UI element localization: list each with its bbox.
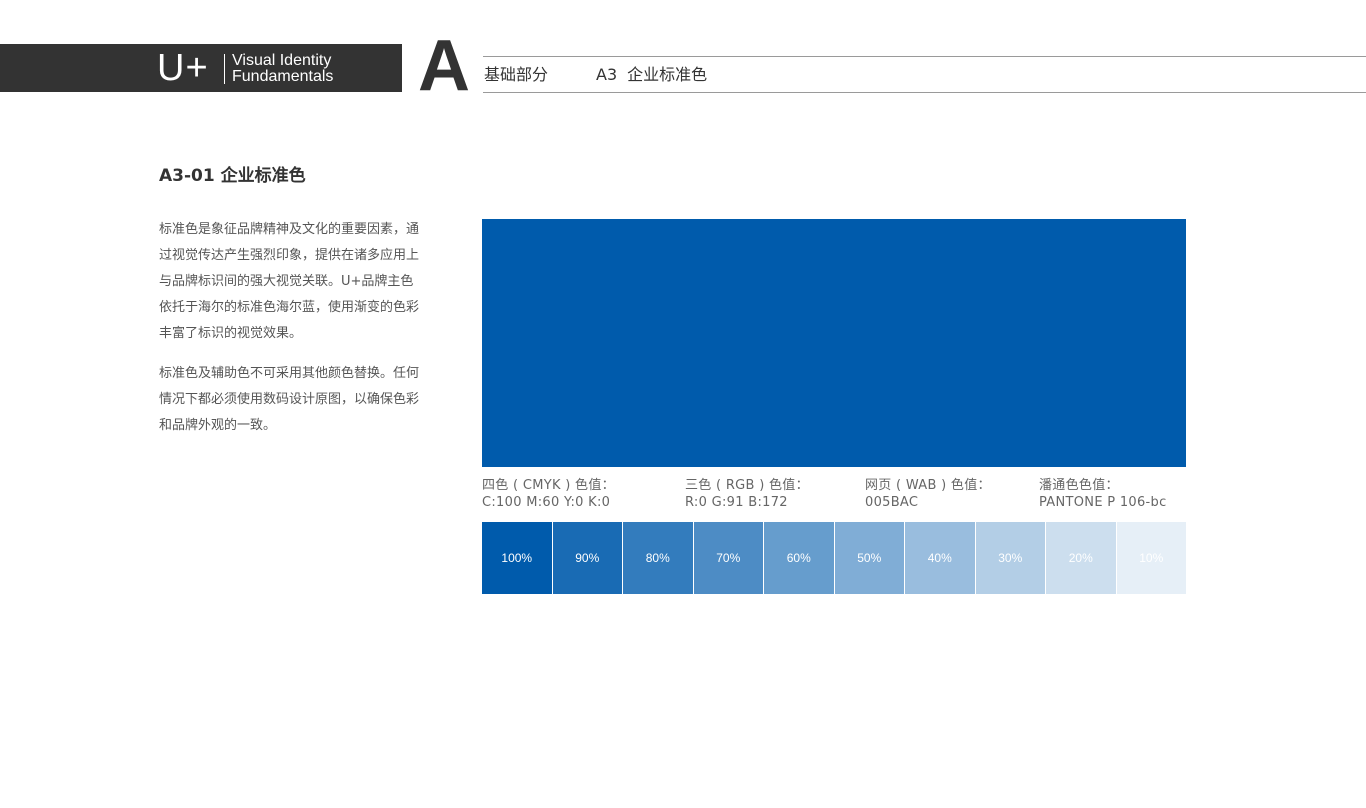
rgb-value: R:0 G:91 B:172 xyxy=(685,495,788,510)
header-category: 基础部分 xyxy=(484,65,549,84)
tint-strip: 100% 90% 80% 70% 60% 50% 40% 30% 20% 10% xyxy=(482,522,1186,594)
tint-swatch: 50% xyxy=(834,522,905,594)
description-paragraph-2: 标准色及辅助色不可采用其他颜色替换。任何情况下都必须使用数码设计原图，以确保色彩… xyxy=(159,366,420,433)
header-rule-top xyxy=(483,56,1366,57)
brand-divider xyxy=(224,54,225,84)
tint-swatch: 60% xyxy=(764,522,835,594)
web-spec: 网页 ( WAB ) 色值： 005BAC xyxy=(865,477,991,511)
brand-color-swatch xyxy=(482,219,1186,467)
brand-title-line1: Visual Identity xyxy=(232,52,332,69)
header-rule-bottom xyxy=(483,92,1366,93)
header-section: A3 企业标准色 xyxy=(596,65,707,85)
pantone-label: 潘通色色值： xyxy=(1039,478,1119,493)
tint-swatch: 40% xyxy=(905,522,976,594)
header-section-title: 企业标准色 xyxy=(627,65,708,84)
cmyk-spec: 四色 ( CMYK ) 色值： C:100 M:60 Y:0 K:0 xyxy=(482,477,615,511)
brand-title-line2: Fundamentals xyxy=(232,68,334,85)
cmyk-label: 四色 ( CMYK ) 色值： xyxy=(482,478,615,493)
pantone-value: PANTONE P 106-bc xyxy=(1039,495,1167,510)
tint-swatch: 10% xyxy=(1116,522,1186,594)
tint-swatch: 70% xyxy=(693,522,764,594)
page-title: A3-01 企业标准色 xyxy=(159,166,306,186)
rgb-spec: 三色 ( RGB ) 色值： R:0 G:91 B:172 xyxy=(685,477,809,511)
cmyk-value: C:100 M:60 Y:0 K:0 xyxy=(482,495,611,510)
rgb-label: 三色 ( RGB ) 色值： xyxy=(685,478,809,493)
web-label: 网页 ( WAB ) 色值： xyxy=(865,478,991,493)
section-letter: A xyxy=(418,26,470,106)
description-paragraph-1: 标准色是象征品牌精神及文化的重要因素，通过视觉传达产生强烈印象，提供在诸多应用上… xyxy=(159,222,420,341)
web-value: 005BAC xyxy=(865,495,919,510)
brand-logo: U+ xyxy=(157,47,209,89)
header-section-code: A3 xyxy=(596,65,618,84)
tint-swatch: 20% xyxy=(1046,522,1117,594)
tint-swatch: 90% xyxy=(552,522,623,594)
tint-swatch: 100% xyxy=(482,522,553,594)
pantone-spec: 潘通色色值： PANTONE P 106-bc xyxy=(1039,477,1167,511)
brand-header-band: U+ Visual Identity Fundamentals xyxy=(0,44,402,92)
tint-swatch: 30% xyxy=(975,522,1046,594)
tint-swatch: 80% xyxy=(623,522,694,594)
brand-title: Visual Identity Fundamentals xyxy=(232,53,333,85)
